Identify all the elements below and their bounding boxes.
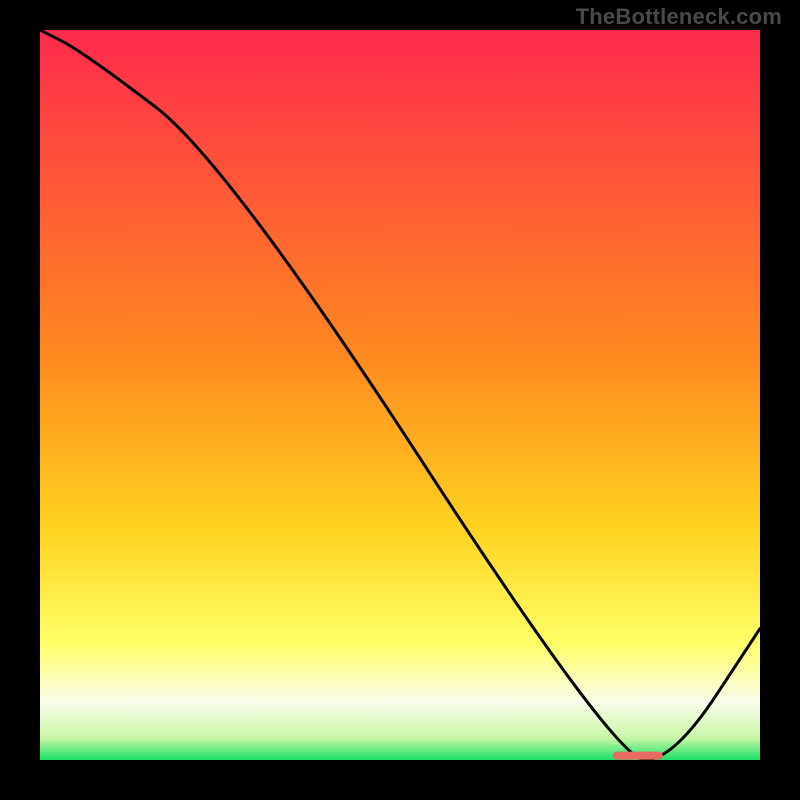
plot-area <box>40 30 760 760</box>
gradient-rect <box>40 30 760 760</box>
watermark-label: TheBottleneck.com <box>576 4 782 30</box>
optimal-marker <box>612 751 662 760</box>
chart-frame: TheBottleneck.com <box>0 0 800 800</box>
chart-svg <box>40 30 760 760</box>
